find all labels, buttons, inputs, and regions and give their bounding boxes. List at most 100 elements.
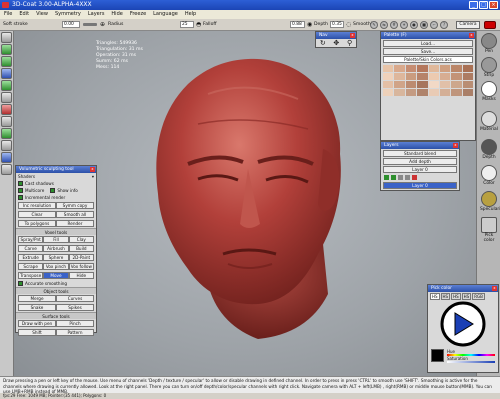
smooth-all-button[interactable]: Smooth all [56,211,94,218]
multicore-checkbox[interactable] [18,188,23,193]
color-tab-rgb[interactable]: RGB [472,293,485,300]
menu-edit[interactable]: Edit [19,10,29,19]
tool-scrape[interactable]: Scrape [18,263,44,270]
palette-swatch[interactable] [428,89,439,96]
layer-row[interactable]: Layer 0 [383,182,457,189]
menu-view[interactable]: View [36,10,48,19]
palette-swatch[interactable] [383,81,394,88]
palette-swatch[interactable] [451,89,462,96]
right-tool-depth[interactable]: Depth [480,139,498,160]
right-tool-masks[interactable]: Masks [480,81,498,102]
right-tool-strip[interactable]: Strip [480,57,498,78]
palette-save-button[interactable]: Save... [383,48,473,55]
incremental-render-checkbox[interactable]: Incremental render [16,194,96,201]
palette-swatch[interactable] [383,89,394,96]
tool-snake[interactable]: Snake [18,304,56,311]
curve-tool-icon[interactable] [1,32,12,43]
tool-vox-follow[interactable]: Vox follow [68,263,94,270]
sphere-tool-icon[interactable] [1,68,12,79]
tree-tool-icon[interactable] [1,44,12,55]
right-tool-pen[interactable]: Pen [480,33,498,54]
color-wheel[interactable] [428,301,498,347]
tool-sphere[interactable]: Sphere [43,254,69,261]
symm-copy-button[interactable]: Symm copy [56,202,94,209]
close-button[interactable]: × [489,1,498,9]
palette-swatch[interactable] [451,73,462,80]
palette-swatch[interactable] [428,81,439,88]
palette-swatch[interactable] [394,81,405,88]
smoothing-field[interactable]: 0.35 [330,21,344,28]
pinch-tool-icon[interactable] [1,164,12,175]
saturation-slider[interactable] [447,361,495,363]
sculpted-head-model[interactable] [148,54,348,344]
brush-mode-label[interactable]: Soft stroke [3,20,28,29]
tool-draw-with-pen[interactable]: Draw with pen [18,320,56,327]
palette-close-icon[interactable]: x [469,33,474,38]
to-polygons-button[interactable]: To polygons [18,220,56,227]
sculpt-close-icon[interactable]: x [90,167,95,172]
tool-vox-pinch[interactable]: Vox pinch [43,263,69,270]
color-tab-4[interactable]: HS [461,293,472,300]
palette-swatch[interactable] [451,65,462,72]
minimize-button[interactable]: _ [469,1,478,9]
palette-swatch[interactable] [439,73,451,80]
move-icon[interactable]: ✥ [333,39,339,48]
right-tool-color[interactable]: Color [480,165,498,186]
palette-swatch[interactable] [417,81,428,88]
tool-pattern[interactable]: Pattern [56,329,94,336]
symmetry-icon[interactable]: ⇆ [380,21,388,29]
layer-merge-icon[interactable] [398,175,403,180]
camera-reset-icon[interactable] [484,21,496,29]
pick-color-close-icon[interactable]: x [492,286,497,291]
palette-swatch[interactable] [462,89,473,96]
tool-pinch[interactable]: Pinch [56,320,94,327]
cast-shadows-checkbox[interactable]: Cast shadows [16,180,96,187]
camera-dropdown[interactable]: Camera [456,21,480,29]
palette-swatch[interactable] [417,65,428,72]
menu-freeze[interactable]: Freeze [130,10,146,19]
blend-mode-select[interactable]: Standard blend [383,150,457,157]
tool-carve[interactable]: Carve [18,245,44,252]
menu-symmetry[interactable]: Symmetry [55,10,81,19]
layer-delete-icon[interactable] [412,175,417,180]
scrape-tool-icon[interactable] [1,140,12,151]
brush-tool-icon[interactable] [1,80,12,91]
tool-spikes[interactable]: Spikes [56,304,94,311]
palette-swatch[interactable] [394,65,405,72]
menu-layers[interactable]: Layers [88,10,105,19]
brush-slider[interactable] [83,23,97,26]
tool-clay[interactable]: Clay [68,236,94,243]
rotate-icon[interactable]: ↻ [320,39,326,48]
right-tool-specularity[interactable]: Specularity [480,191,500,212]
tool-merge[interactable]: Merge [18,295,56,302]
palette-swatch[interactable] [462,81,473,88]
tool-curves[interactable]: Curves [56,295,94,302]
radius-field[interactable]: 25 [180,21,194,28]
help-icon[interactable]: ? [440,21,448,29]
inc-resolution-button[interactable]: Inc resolution [18,202,56,209]
nav-close-icon[interactable]: x [350,33,355,38]
accurate-smoothing-checkbox[interactable]: Accurate smoothing [16,280,96,287]
palette-swatch[interactable] [405,73,417,80]
depth-field[interactable]: 0.88 [290,21,305,28]
tool-2d-paint[interactable]: 2D-Paint [68,254,94,261]
cube-icon[interactable]: ■ [420,21,428,29]
tool-fill[interactable]: Fill [43,236,69,243]
render-button[interactable]: Render [56,220,94,227]
right-tool-pick-color[interactable]: Pick color [480,217,498,243]
pen-tool-icon-left[interactable] [1,92,12,103]
pen-tool-icon[interactable]: ✎ [370,21,378,29]
tool-build[interactable]: Build [68,245,94,252]
layer-add-icon[interactable] [384,175,389,180]
palette-swatch[interactable] [462,65,473,72]
maximize-button[interactable]: □ [479,1,488,9]
palette-swatch[interactable] [439,89,451,96]
palette-swatch[interactable] [428,73,439,80]
leaf-tool-icon[interactable] [1,128,12,139]
ruler-icon[interactable]: ⌐ [430,21,438,29]
palette-select[interactable]: Palette/Skin Colors.acs [383,56,473,63]
add-depth-select[interactable]: Add depth [383,158,457,165]
tool-airbrush[interactable]: Airbrush [43,245,69,252]
sphere-icon[interactable]: ● [410,21,418,29]
grass-tool-icon[interactable] [1,56,12,67]
